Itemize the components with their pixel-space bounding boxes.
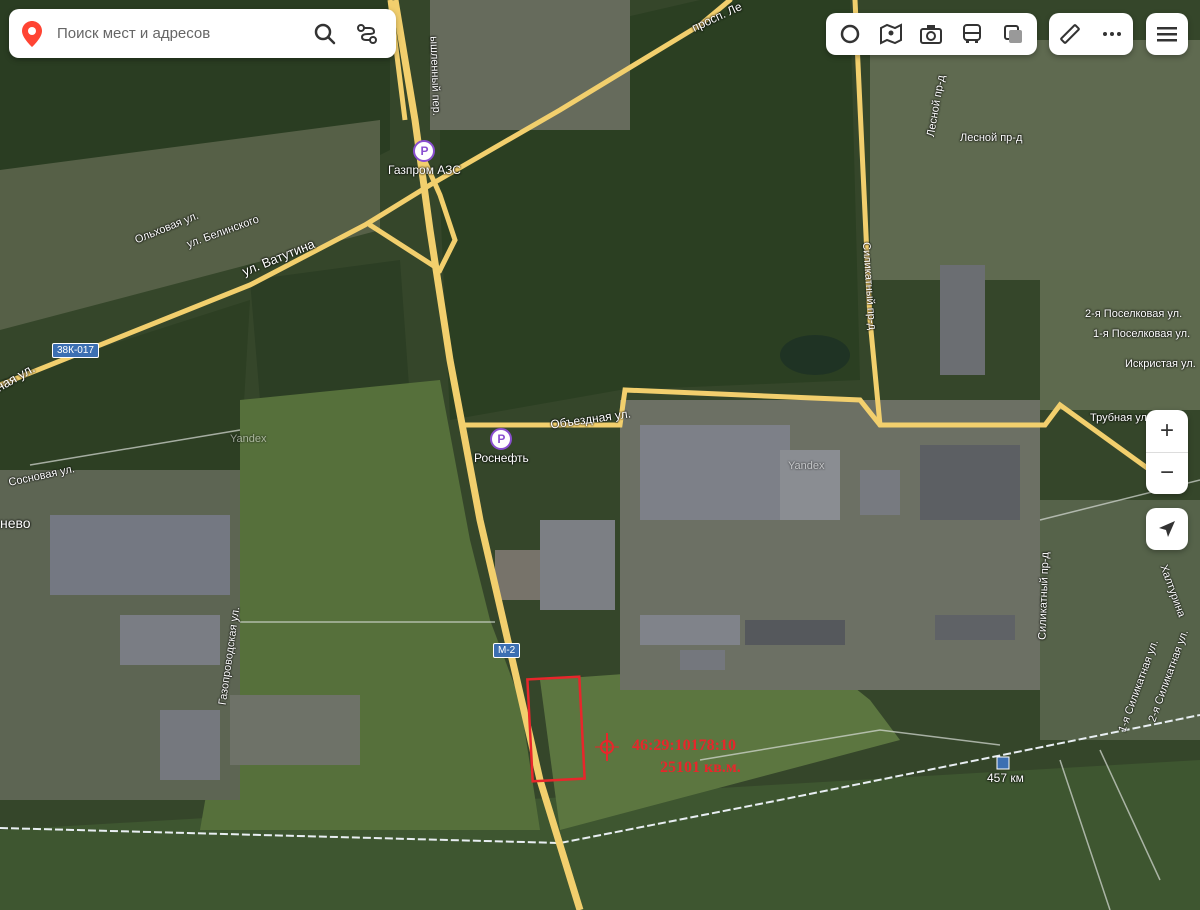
more-button[interactable] [1094,16,1130,52]
fuel-station-icon: P [490,428,513,450]
camera-icon [920,25,943,44]
rail-station-label: 457 км [987,771,1024,785]
zoom-control: + − [1146,410,1188,494]
navigation-arrow-icon [1159,521,1175,537]
ruler-icon [1060,24,1080,44]
zoom-out-button[interactable]: − [1146,453,1188,495]
street-label: 1-я Поселковая ул. [1093,328,1191,340]
layers-toolbar [826,13,1037,55]
street-label: Трубная ул. [1090,412,1150,424]
transit-button[interactable] [954,16,990,52]
watermark: Yandex [788,460,825,472]
route-icon [357,23,377,44]
rail-station-icon [996,756,1010,770]
search-icon [314,23,336,44]
plot-area: 25101 кв.м. [660,759,741,776]
road-shield: М-2 [493,643,521,658]
poi-rosneft[interactable]: P Роснефть [474,428,529,465]
map-panorama-icon [879,23,902,45]
street-label: Искристая ул. [1125,358,1196,370]
panorama-button[interactable] [873,16,909,52]
ruler-button[interactable] [1052,16,1088,52]
more-dots-icon [1103,32,1121,36]
watermark: Yandex [230,433,267,445]
photos-button[interactable] [913,16,949,52]
route-button[interactable] [349,16,385,52]
street-label: Лесной пр-д [960,132,1023,144]
traffic-button[interactable] [832,16,868,52]
street-label: 2-я Поселковая ул. [1085,308,1183,320]
road-shield: 38К-017 [52,343,99,358]
map-layers-button[interactable] [995,16,1031,52]
location-pin-icon [9,9,55,58]
poi-gazprom[interactable]: P Газпром АЗС [388,140,461,177]
hamburger-menu-icon [1157,27,1177,42]
traffic-circle-icon [841,24,860,44]
cadastral-number: 46:29:10178:10 [632,737,736,754]
poi-label: Роснефть [474,451,529,465]
locate-button[interactable] [1146,508,1188,550]
search-bar [9,9,396,58]
search-input[interactable] [55,24,299,43]
layers-square-icon [1003,25,1022,43]
poi-label: Газпром АЗС [388,163,461,177]
fuel-station-icon: P [413,140,436,162]
search-button[interactable] [307,16,343,52]
tools-toolbar [1049,13,1133,55]
zoom-in-button[interactable]: + [1146,410,1188,453]
place-label: нево [0,515,31,531]
menu-button[interactable] [1146,13,1188,55]
bus-icon [963,24,982,43]
